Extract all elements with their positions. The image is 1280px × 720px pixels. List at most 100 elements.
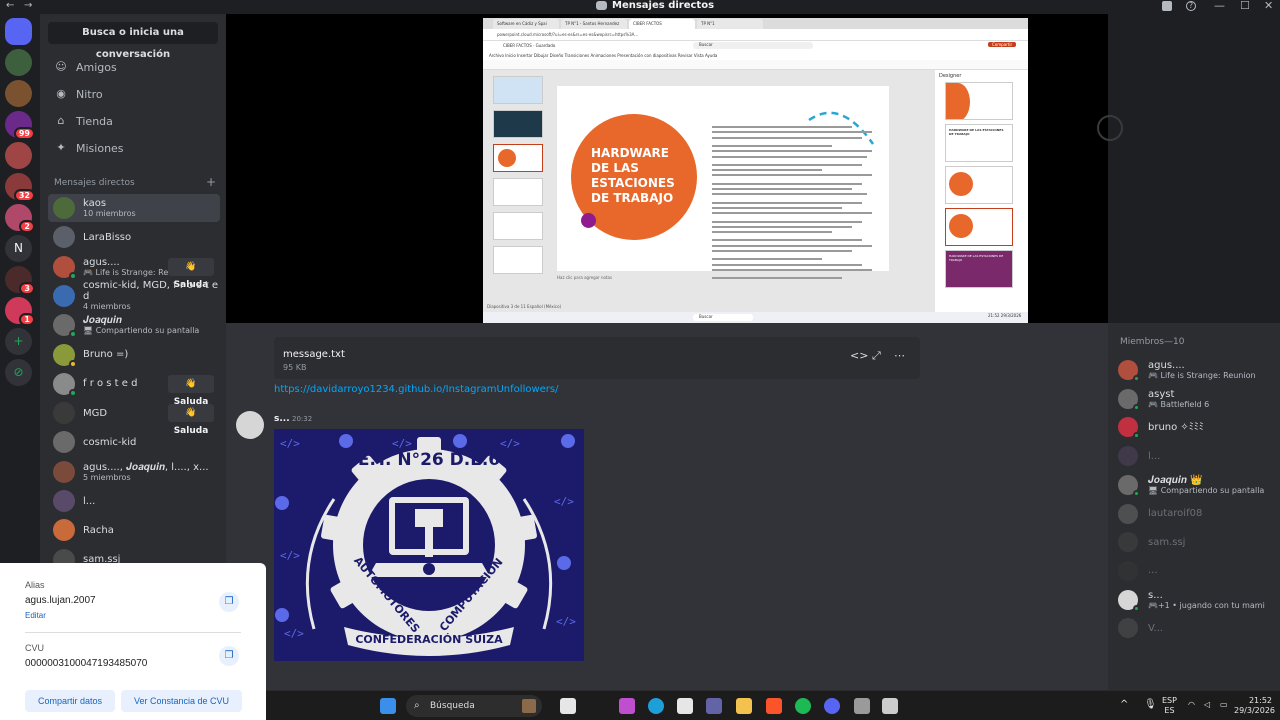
dm-item[interactable]: Racha [48, 516, 220, 544]
explore-icon[interactable]: ⊘ [5, 359, 32, 386]
code-view-icon[interactable]: <> [850, 349, 868, 362]
add-server-icon[interactable]: + [5, 328, 32, 355]
dm-item[interactable]: Bruno =) [48, 341, 220, 369]
share-data-button[interactable]: Compartir datos [25, 690, 115, 712]
copy-cvu-icon[interactable]: ❐ [219, 646, 239, 666]
dm-item[interactable]: LaraBisso [48, 223, 220, 251]
edge-icon[interactable] [648, 698, 664, 714]
clock[interactable]: 21:52 29/3/2026 [1234, 696, 1275, 716]
windows-start-icon[interactable] [380, 698, 396, 714]
taskbar-search[interactable]: ⌕ Búsqueda [406, 695, 542, 717]
dm-item[interactable]: MGD 👋 Saluda [48, 399, 220, 436]
attachment-filename[interactable]: message.txt [283, 349, 345, 360]
dm-subtitle: 4 miembros [83, 302, 131, 312]
minimize-button[interactable]: — [1214, 0, 1225, 12]
close-button[interactable]: ✕ [1264, 0, 1273, 12]
server-icon[interactable] [5, 49, 32, 76]
member-item[interactable]: bruno ✧ﾐﾐﾐ [1118, 414, 1204, 440]
dm-item[interactable]: agus...., 𝑱𝒐𝒂𝒒𝒖𝒊𝒏, l...., x... 5 miembros [48, 458, 220, 486]
file-attachment[interactable]: message.txt 95 KB <> ⤢ ⋯ [274, 337, 920, 379]
sidebar-item-nitro[interactable]: ◉ Nitro [54, 83, 102, 105]
dm-item[interactable]: agus.... 🎮 Life is Strange: Re 👋 Saluda [48, 253, 220, 290]
folder-icon[interactable] [736, 698, 752, 714]
member-item[interactable]: ... [1118, 558, 1158, 584]
copy-alias-icon[interactable]: ❐ [219, 592, 239, 612]
status-indicator [69, 271, 77, 280]
dm-item[interactable]: kaos 10 miembros [48, 194, 220, 222]
dm-item[interactable]: f r o s t e d 👋 Saluda [48, 370, 220, 407]
dm-item[interactable]: 𝑱𝒐𝒂𝒒𝒖𝒊𝒏 🖥 Compartiendo su pantalla [48, 311, 220, 339]
discord-logo-icon [596, 1, 607, 10]
member-item[interactable]: l... [1118, 443, 1160, 469]
wave-button[interactable]: 👋 Saluda [168, 257, 214, 290]
teams-icon[interactable] [706, 698, 722, 714]
member-list-header: Miembros—10 [1120, 337, 1185, 347]
message-author-avatar[interactable] [236, 411, 264, 439]
slide-text-line [712, 277, 842, 280]
expand-icon[interactable]: ⤢ [872, 349, 881, 363]
spotify-icon[interactable] [795, 698, 811, 714]
inbox-icon[interactable] [1162, 1, 1172, 11]
member-item[interactable]: V... [1118, 615, 1163, 641]
server-icon[interactable]: 1 [5, 297, 35, 326]
server-icon[interactable]: 3 [5, 266, 35, 295]
server-icon[interactable]: 99 [5, 111, 35, 140]
discord-icon[interactable] [824, 698, 840, 714]
avatar [1118, 474, 1140, 497]
member-item[interactable]: lautaroif08 [1118, 501, 1202, 527]
language-indicator[interactable]: ESP ES [1162, 696, 1177, 716]
member-item[interactable]: s... 🎮+1 • jugando con tu mami [1118, 587, 1265, 613]
create-dm-icon[interactable]: + [206, 176, 216, 188]
battery-icon[interactable]: ▭ [1220, 700, 1228, 710]
dm-name: kaos [83, 198, 107, 209]
capture-icon[interactable] [882, 698, 898, 714]
tray-chevron-icon[interactable]: ^ [1120, 700, 1128, 710]
wave-button[interactable]: 👋 Saluda [168, 374, 214, 407]
avatar [1118, 618, 1138, 639]
back-arrow-icon[interactable]: ← [6, 0, 14, 11]
microphone-icon[interactable]: 🎙 [1144, 700, 1157, 710]
discord-home-icon[interactable] [5, 18, 32, 45]
sidebar-item-tienda[interactable]: ⌂ Tienda [54, 110, 113, 132]
copilot-icon[interactable] [619, 698, 635, 714]
server-icon[interactable] [5, 80, 32, 107]
screen-share-stream[interactable]: Software en Cádiz y Spai TP N°1 - Santos… [226, 14, 1123, 323]
volume-icon[interactable]: ◁ [1204, 700, 1210, 710]
dm-item[interactable]: l... [48, 487, 220, 515]
member-item[interactable]: 𝑱𝒐𝒂𝒒𝒖𝒊𝒏 👑 🖥 Compartiendo su pantalla [1118, 472, 1264, 498]
maximize-button[interactable]: ☐ [1240, 0, 1250, 12]
dm-item[interactable]: cosmic-kid [48, 428, 220, 456]
brave-icon[interactable] [766, 698, 782, 714]
status-indicator [69, 388, 77, 397]
slide-thumb [493, 144, 543, 172]
forward-arrow-icon[interactable]: → [24, 0, 32, 11]
sidebar-item-misiones[interactable]: ✦ Misiones [54, 137, 123, 159]
more-options-icon[interactable]: ⋯ [894, 349, 905, 362]
member-item[interactable]: agus.... 🎮 Life is Strange: Reunion [1118, 357, 1256, 383]
member-item[interactable]: asyst 🎮 Battlefield 6 [1118, 386, 1209, 412]
unread-badge: 2 [19, 220, 35, 233]
avatar [53, 460, 75, 483]
status-indicator [69, 359, 77, 368]
obs-icon[interactable] [854, 698, 870, 714]
bank-alias-popup: Alias agus.lujan.2007 Editar ❐ CVU 00000… [0, 563, 266, 720]
file-explorer-icon[interactable] [560, 698, 576, 714]
server-icon[interactable]: 2 [5, 204, 35, 233]
school-logo-image[interactable]: </> </> </> </> </> </> </> E.T. N°26 D.… [274, 429, 584, 661]
dm-item[interactable]: cosmic-kid, MGD, f r o s t e d4 miembros [48, 280, 220, 312]
slide-text-line [712, 268, 872, 271]
find-conversation-button[interactable]: Busca o inicia una conversación [48, 22, 218, 60]
cvu-constancia-button[interactable]: Ver Constancia de CVU [121, 690, 242, 712]
wave-button[interactable]: 👋 Saluda [168, 404, 214, 436]
message-author[interactable]: s... [274, 414, 290, 424]
store-icon[interactable] [677, 698, 693, 714]
message-link[interactable]: https://davidarroyo1234.github.io/Instag… [274, 384, 558, 395]
sidebar-item-amigos[interactable]: ☺ Amigos [54, 56, 116, 78]
server-icon[interactable]: 32 [5, 173, 35, 202]
wifi-icon[interactable]: ◠ [1188, 700, 1195, 710]
server-icon[interactable] [5, 142, 32, 169]
member-item[interactable]: sam.ssj [1118, 529, 1185, 555]
server-icon[interactable]: N [5, 235, 32, 262]
edit-alias-link[interactable]: Editar [25, 611, 46, 620]
avatar [53, 372, 77, 397]
